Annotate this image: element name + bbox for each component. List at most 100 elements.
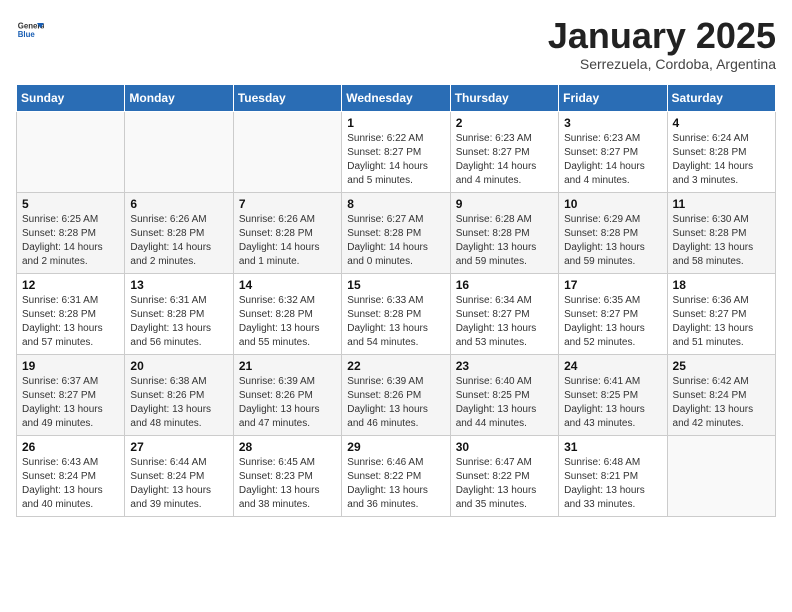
- day-number: 30: [456, 440, 553, 454]
- calendar-week-row: 12 Sunrise: 6:31 AM Sunset: 8:28 PM Dayli…: [17, 273, 776, 354]
- day-info: Sunrise: 6:32 AM Sunset: 8:28 PM Dayligh…: [239, 294, 336, 350]
- day-info: Sunrise: 6:23 AM Sunset: 8:27 PM Dayligh…: [564, 132, 661, 188]
- day-number: 19: [22, 359, 119, 373]
- day-info: Sunrise: 6:42 AM Sunset: 8:24 PM Dayligh…: [673, 375, 770, 431]
- svg-text:Blue: Blue: [18, 30, 36, 39]
- day-info: Sunrise: 6:24 AM Sunset: 8:28 PM Dayligh…: [673, 132, 770, 188]
- calendar-day-cell: 29 Sunrise: 6:46 AM Sunset: 8:22 PM Dayli…: [342, 435, 450, 516]
- calendar-week-row: 19 Sunrise: 6:37 AM Sunset: 8:27 PM Dayli…: [17, 354, 776, 435]
- calendar-day-cell: 7Sunrise: 6:26 AM Sunset: 8:28 PM Daylig…: [233, 192, 341, 273]
- calendar-day-cell: 13Sunrise: 6:31 AM Sunset: 8:28 PM Dayli…: [125, 273, 233, 354]
- weekday-header-row: SundayMondayTuesdayWednesdayThursdayFrid…: [17, 84, 776, 111]
- calendar-day-cell: [17, 111, 125, 192]
- day-info: Sunrise: 6:43 AM Sunset: 8:24 PM Dayligh…: [22, 456, 119, 512]
- day-number: 24: [564, 359, 661, 373]
- day-info: Sunrise: 6:25 AM Sunset: 8:28 PM Dayligh…: [22, 213, 119, 269]
- weekday-header-cell: Monday: [125, 84, 233, 111]
- calendar-day-cell: 9Sunrise: 6:28 AM Sunset: 8:28 PM Daylig…: [450, 192, 558, 273]
- logo: General Blue: [16, 16, 44, 44]
- day-info: Sunrise: 6:34 AM Sunset: 8:27 PM Dayligh…: [456, 294, 553, 350]
- calendar-day-cell: 22Sunrise: 6:39 AM Sunset: 8:26 PM Dayli…: [342, 354, 450, 435]
- calendar-day-cell: 15 Sunrise: 6:33 AM Sunset: 8:28 PM Dayli…: [342, 273, 450, 354]
- weekday-header-cell: Tuesday: [233, 84, 341, 111]
- day-number: 18: [673, 278, 770, 292]
- title-area: January 2025 Serrezuela, Cordoba, Argent…: [548, 16, 776, 72]
- day-number: 15: [347, 278, 444, 292]
- calendar-day-cell: 17Sunrise: 6:35 AM Sunset: 8:27 PM Dayli…: [559, 273, 667, 354]
- calendar-day-cell: 26 Sunrise: 6:43 AM Sunset: 8:24 PM Dayli…: [17, 435, 125, 516]
- day-info: Sunrise: 6:31 AM Sunset: 8:28 PM Dayligh…: [22, 294, 119, 350]
- day-number: 11: [673, 197, 770, 211]
- day-info: Sunrise: 6:35 AM Sunset: 8:27 PM Dayligh…: [564, 294, 661, 350]
- day-number: 21: [239, 359, 336, 373]
- day-info: Sunrise: 6:30 AM Sunset: 8:28 PM Dayligh…: [673, 213, 770, 269]
- calendar-day-cell: 18Sunrise: 6:36 AM Sunset: 8:27 PM Dayli…: [667, 273, 775, 354]
- calendar-day-cell: 30 Sunrise: 6:47 AM Sunset: 8:22 PM Dayli…: [450, 435, 558, 516]
- calendar-day-cell: 19 Sunrise: 6:37 AM Sunset: 8:27 PM Dayli…: [17, 354, 125, 435]
- calendar-day-cell: 4 Sunrise: 6:24 AM Sunset: 8:28 PM Daylig…: [667, 111, 775, 192]
- day-number: 2: [456, 116, 553, 130]
- day-number: 31: [564, 440, 661, 454]
- calendar-day-cell: 1 Sunrise: 6:22 AM Sunset: 8:27 PM Daylig…: [342, 111, 450, 192]
- weekday-header-cell: Saturday: [667, 84, 775, 111]
- day-info: Sunrise: 6:39 AM Sunset: 8:26 PM Dayligh…: [239, 375, 336, 431]
- weekday-header-cell: Wednesday: [342, 84, 450, 111]
- day-number: 22: [347, 359, 444, 373]
- day-number: 20: [130, 359, 227, 373]
- day-number: 27: [130, 440, 227, 454]
- calendar-day-cell: 27 Sunrise: 6:44 AM Sunset: 8:24 PM Dayli…: [125, 435, 233, 516]
- day-info: Sunrise: 6:48 AM Sunset: 8:21 PM Dayligh…: [564, 456, 661, 512]
- calendar-day-cell: 25 Sunrise: 6:42 AM Sunset: 8:24 PM Dayli…: [667, 354, 775, 435]
- day-number: 12: [22, 278, 119, 292]
- day-info: Sunrise: 6:45 AM Sunset: 8:23 PM Dayligh…: [239, 456, 336, 512]
- day-info: Sunrise: 6:26 AM Sunset: 8:28 PM Dayligh…: [239, 213, 336, 269]
- day-number: 26: [22, 440, 119, 454]
- calendar-day-cell: [233, 111, 341, 192]
- day-number: 14: [239, 278, 336, 292]
- calendar-day-cell: 31 Sunrise: 6:48 AM Sunset: 8:21 PM Dayli…: [559, 435, 667, 516]
- day-info: Sunrise: 6:26 AM Sunset: 8:28 PM Dayligh…: [130, 213, 227, 269]
- day-info: Sunrise: 6:28 AM Sunset: 8:28 PM Dayligh…: [456, 213, 553, 269]
- day-number: 28: [239, 440, 336, 454]
- logo-icon: General Blue: [16, 16, 44, 44]
- calendar-body: 1 Sunrise: 6:22 AM Sunset: 8:27 PM Daylig…: [17, 111, 776, 516]
- day-number: 25: [673, 359, 770, 373]
- day-info: Sunrise: 6:47 AM Sunset: 8:22 PM Dayligh…: [456, 456, 553, 512]
- calendar-day-cell: 3 Sunrise: 6:23 AM Sunset: 8:27 PM Daylig…: [559, 111, 667, 192]
- calendar-day-cell: 21 Sunrise: 6:39 AM Sunset: 8:26 PM Dayli…: [233, 354, 341, 435]
- calendar-week-row: 5 Sunrise: 6:25 AM Sunset: 8:28 PM Daylig…: [17, 192, 776, 273]
- day-info: Sunrise: 6:23 AM Sunset: 8:27 PM Dayligh…: [456, 132, 553, 188]
- calendar-day-cell: 2 Sunrise: 6:23 AM Sunset: 8:27 PM Daylig…: [450, 111, 558, 192]
- day-number: 10: [564, 197, 661, 211]
- day-number: 8: [347, 197, 444, 211]
- day-number: 13: [130, 278, 227, 292]
- calendar-day-cell: 14 Sunrise: 6:32 AM Sunset: 8:28 PM Dayli…: [233, 273, 341, 354]
- day-number: 5: [22, 197, 119, 211]
- day-info: Sunrise: 6:37 AM Sunset: 8:27 PM Dayligh…: [22, 375, 119, 431]
- calendar-day-cell: 6 Sunrise: 6:26 AM Sunset: 8:28 PM Daylig…: [125, 192, 233, 273]
- day-number: 4: [673, 116, 770, 130]
- day-info: Sunrise: 6:46 AM Sunset: 8:22 PM Dayligh…: [347, 456, 444, 512]
- weekday-header-cell: Sunday: [17, 84, 125, 111]
- day-number: 29: [347, 440, 444, 454]
- calendar-day-cell: 8 Sunrise: 6:27 AM Sunset: 8:28 PM Daylig…: [342, 192, 450, 273]
- day-number: 6: [130, 197, 227, 211]
- day-number: 3: [564, 116, 661, 130]
- day-info: Sunrise: 6:38 AM Sunset: 8:26 PM Dayligh…: [130, 375, 227, 431]
- calendar-day-cell: 11 Sunrise: 6:30 AM Sunset: 8:28 PM Dayli…: [667, 192, 775, 273]
- calendar-day-cell: 28 Sunrise: 6:45 AM Sunset: 8:23 PM Dayli…: [233, 435, 341, 516]
- calendar-table: SundayMondayTuesdayWednesdayThursdayFrid…: [16, 84, 776, 517]
- day-number: 1: [347, 116, 444, 130]
- day-info: Sunrise: 6:22 AM Sunset: 8:27 PM Dayligh…: [347, 132, 444, 188]
- location-subtitle: Serrezuela, Cordoba, Argentina: [548, 56, 776, 72]
- weekday-header-cell: Friday: [559, 84, 667, 111]
- day-info: Sunrise: 6:27 AM Sunset: 8:28 PM Dayligh…: [347, 213, 444, 269]
- day-info: Sunrise: 6:33 AM Sunset: 8:28 PM Dayligh…: [347, 294, 444, 350]
- calendar-day-cell: 10Sunrise: 6:29 AM Sunset: 8:28 PM Dayli…: [559, 192, 667, 273]
- calendar-day-cell: 5 Sunrise: 6:25 AM Sunset: 8:28 PM Daylig…: [17, 192, 125, 273]
- calendar-day-cell: [125, 111, 233, 192]
- weekday-header-cell: Thursday: [450, 84, 558, 111]
- calendar-week-row: 26 Sunrise: 6:43 AM Sunset: 8:24 PM Dayli…: [17, 435, 776, 516]
- day-info: Sunrise: 6:44 AM Sunset: 8:24 PM Dayligh…: [130, 456, 227, 512]
- month-title: January 2025: [548, 16, 776, 56]
